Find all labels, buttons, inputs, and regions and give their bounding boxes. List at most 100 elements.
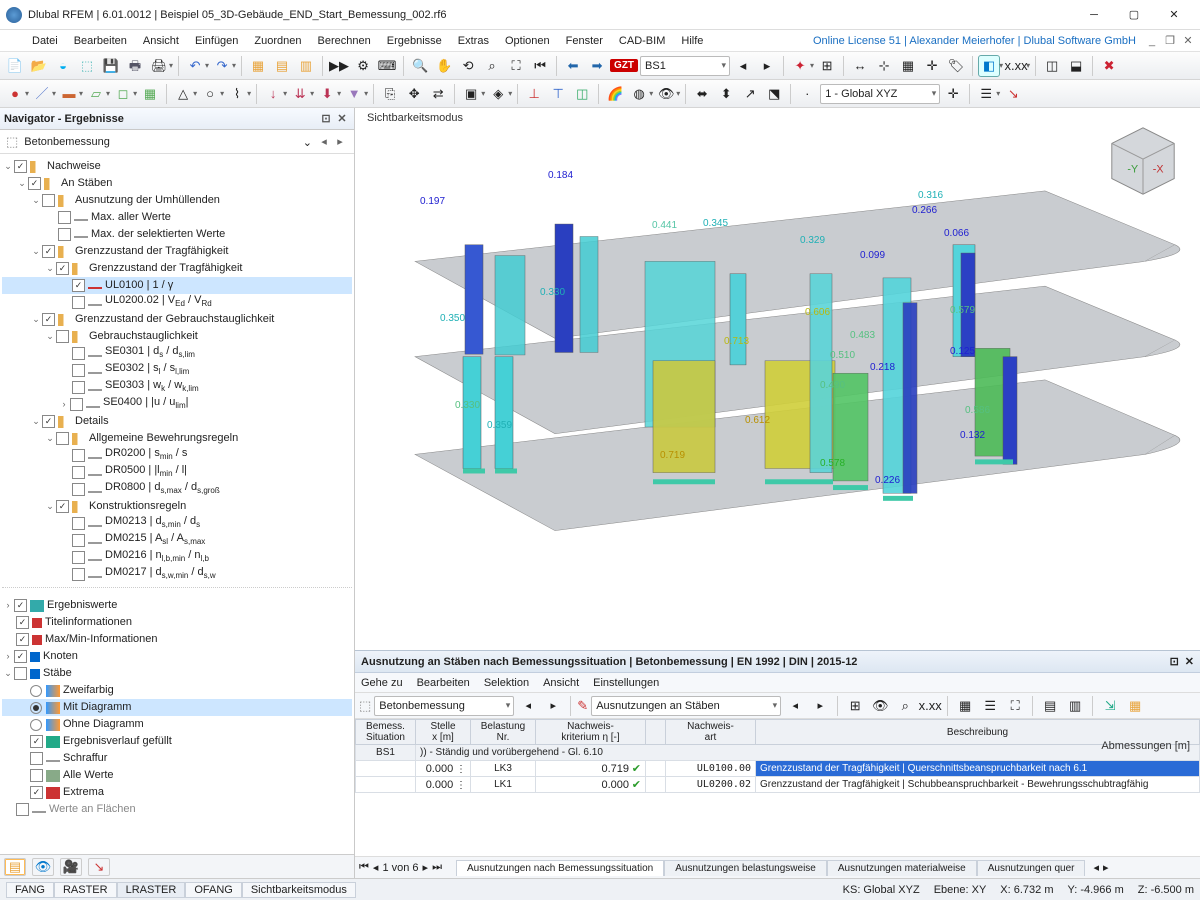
lc-prev-icon[interactable]: ⬅ bbox=[562, 55, 584, 77]
tabs-scroll-right[interactable]: ▸ bbox=[1103, 861, 1109, 874]
res-table-select[interactable]: Ausnutzungen an Stäben bbox=[591, 696, 781, 716]
nav-tab-views[interactable]: 🎥 bbox=[60, 858, 82, 876]
redo-icon[interactable]: ↷ bbox=[211, 55, 233, 77]
vis-mode[interactable]: Sichtbarkeitsmodus bbox=[242, 882, 356, 898]
menu-ansicht[interactable]: Ansicht bbox=[135, 35, 187, 47]
support-icon[interactable]: △ bbox=[172, 83, 194, 105]
menu-cadbim[interactable]: CAD-BIM bbox=[611, 35, 673, 47]
tabs-scroll-left[interactable]: ◂ bbox=[1093, 861, 1099, 874]
menu-einfuegen[interactable]: Einfügen bbox=[187, 35, 246, 47]
nav-tab-display[interactable]: 👁 bbox=[32, 858, 54, 876]
load3-icon[interactable]: ⬇ bbox=[316, 83, 338, 105]
res-prev-icon[interactable]: ◂ bbox=[517, 695, 539, 717]
snap-icon[interactable]: ⊹ bbox=[873, 55, 895, 77]
rt-b9-icon[interactable]: ▥ bbox=[1064, 695, 1086, 717]
maximize-button[interactable]: ▢ bbox=[1114, 1, 1154, 29]
close-button[interactable]: ✕ bbox=[1154, 1, 1194, 29]
menu-zuordnen[interactable]: Zuordnen bbox=[246, 35, 309, 47]
rt-b7-icon[interactable]: ⛶ bbox=[1004, 695, 1026, 717]
saveall-icon[interactable]: 🖶 bbox=[124, 55, 146, 77]
res-next-icon[interactable]: ▸ bbox=[542, 695, 564, 717]
pan-icon[interactable]: ✋ bbox=[433, 55, 455, 77]
mdi-restore[interactable]: ❐ bbox=[1162, 34, 1178, 47]
ucs-dot-icon[interactable]: · bbox=[796, 83, 818, 105]
res-tab-2[interactable]: Ausnutzungen materialweise bbox=[827, 860, 977, 876]
nav-type-select[interactable]: Betonbemessung bbox=[24, 136, 316, 148]
mirror-icon[interactable]: ⇄ bbox=[427, 83, 449, 105]
surface-icon[interactable]: ▱ bbox=[85, 83, 107, 105]
loft-icon[interactable]: ◈ bbox=[487, 83, 509, 105]
colormap-icon[interactable]: 🌈 bbox=[604, 83, 626, 105]
res-menu-ansicht[interactable]: Ansicht bbox=[543, 677, 579, 689]
mdi-minimize[interactable]: _ bbox=[1144, 35, 1160, 47]
zoomwin-icon[interactable]: ⌕ bbox=[481, 55, 503, 77]
opening-icon[interactable]: ◻ bbox=[112, 83, 134, 105]
rt-export-icon[interactable]: ⇲ bbox=[1099, 695, 1121, 717]
view-iso-icon[interactable]: ⬔ bbox=[763, 83, 785, 105]
move-icon[interactable]: ✥ bbox=[403, 83, 425, 105]
axis-icon[interactable]: ✛ bbox=[921, 55, 943, 77]
menu-berechnen[interactable]: Berechnen bbox=[310, 35, 379, 47]
line-icon[interactable]: ／ bbox=[31, 83, 53, 105]
rt-b3-icon[interactable]: ⌕ bbox=[894, 695, 916, 717]
rt-b4-icon[interactable]: x.xx bbox=[919, 695, 941, 717]
cross3-icon[interactable]: ◫ bbox=[571, 83, 593, 105]
help-icon[interactable]: ✖ bbox=[1098, 55, 1120, 77]
vis-icon[interactable]: 👁 bbox=[655, 83, 677, 105]
nav-pin-icon[interactable]: ⊡ bbox=[318, 112, 334, 125]
minimize-button[interactable]: ─ bbox=[1074, 1, 1114, 29]
model-viewport[interactable] bbox=[355, 108, 1200, 650]
grid-icon[interactable]: ▦ bbox=[897, 55, 919, 77]
dim-icon[interactable]: ↔ bbox=[849, 55, 871, 77]
end-icon[interactable]: ↘ bbox=[1002, 83, 1024, 105]
render-icon[interactable]: ◧ bbox=[978, 55, 1000, 77]
res-menu-gehe[interactable]: Gehe zu bbox=[361, 677, 403, 689]
member-icon[interactable]: ▬ bbox=[58, 83, 80, 105]
copy-icon[interactable]: ⎘ bbox=[379, 83, 401, 105]
snap-mode[interactable]: FANG bbox=[6, 882, 54, 898]
load1-icon[interactable]: ↓ bbox=[262, 83, 284, 105]
deform-on-icon[interactable]: ✦ bbox=[789, 55, 811, 77]
label-icon[interactable]: 🏷 bbox=[945, 55, 967, 77]
nav-results-icon[interactable]: ▥ bbox=[295, 55, 317, 77]
xxx-icon[interactable]: x.xx bbox=[1005, 55, 1027, 77]
res-menu-einstellungen[interactable]: Einstellungen bbox=[593, 677, 659, 689]
rt-b5-icon[interactable]: ▦ bbox=[954, 695, 976, 717]
section-icon[interactable]: ⬓ bbox=[1065, 55, 1087, 77]
view-x-icon[interactable]: ⬌ bbox=[691, 83, 713, 105]
pager-last-icon[interactable]: ⏭ bbox=[432, 861, 442, 874]
load4-icon[interactable]: ▼ bbox=[343, 83, 365, 105]
res-menu-selektion[interactable]: Selektion bbox=[484, 677, 529, 689]
nav-cube[interactable]: -Y -X bbox=[1104, 122, 1182, 200]
blocks-icon[interactable]: ⬚ bbox=[76, 55, 98, 77]
nav-views-icon[interactable]: ▤ bbox=[271, 55, 293, 77]
save-icon[interactable]: 💾 bbox=[100, 55, 122, 77]
undo-icon[interactable]: ↶ bbox=[184, 55, 206, 77]
node-icon[interactable]: ● bbox=[4, 83, 26, 105]
menu-datei[interactable]: Datei bbox=[24, 35, 66, 47]
spring-icon[interactable]: ⌇ bbox=[226, 83, 248, 105]
cloud-icon[interactable]: ◒ bbox=[52, 55, 74, 77]
iso-icon[interactable]: ◍ bbox=[628, 83, 650, 105]
loadcase-select[interactable]: BS1 bbox=[640, 56, 730, 76]
nav-close-icon[interactable]: ✕ bbox=[334, 112, 350, 125]
script-icon[interactable]: ⌨ bbox=[376, 55, 398, 77]
res-menu-bearbeiten[interactable]: Bearbeiten bbox=[417, 677, 470, 689]
pager-next-icon[interactable]: ▸ bbox=[423, 861, 429, 874]
show-values-icon[interactable]: ⊞ bbox=[816, 55, 838, 77]
solid-icon[interactable]: ▦ bbox=[139, 83, 161, 105]
nav-next-icon[interactable]: ▸ bbox=[332, 135, 348, 148]
rt-b8-icon[interactable]: ▤ bbox=[1039, 695, 1061, 717]
rt-b2-icon[interactable]: 👁 bbox=[869, 695, 891, 717]
zoomall-icon[interactable]: ⛶ bbox=[505, 55, 527, 77]
open-icon[interactable]: 📂 bbox=[28, 55, 50, 77]
rotate-icon[interactable]: ⟲ bbox=[457, 55, 479, 77]
rt-b1-icon[interactable]: ⊞ bbox=[844, 695, 866, 717]
menu-hilfe[interactable]: Hilfe bbox=[673, 35, 711, 47]
res-p2-icon[interactable]: ▸ bbox=[809, 695, 831, 717]
menu-ergebnisse[interactable]: Ergebnisse bbox=[379, 35, 450, 47]
print-icon[interactable]: 🖨 bbox=[148, 55, 170, 77]
cross1-icon[interactable]: ⊥ bbox=[523, 83, 545, 105]
view-z-icon[interactable]: ↗ bbox=[739, 83, 761, 105]
lc-last-icon[interactable]: ▸ bbox=[756, 55, 778, 77]
